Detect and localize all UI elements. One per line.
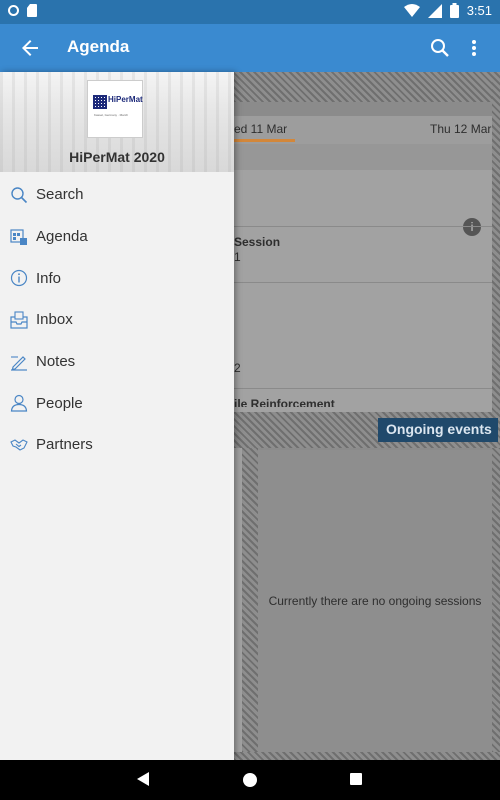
inbox-icon [10,311,28,329]
drawer-item-agenda[interactable]: Agenda [0,216,234,258]
wifi-icon [403,3,420,17]
navigation-drawer: HiPerMat Kassel, Germany · March HiPerMa… [0,72,234,760]
event-title: HiPerMat 2020 [69,149,165,165]
status-bar: 3:51 [0,0,500,24]
session-room: 2 [234,361,241,375]
logo-text: HiPerMat [108,95,143,104]
no-ongoing-message: Currently there are no ongoing sessions [268,594,482,608]
more-vert-icon[interactable] [464,36,484,60]
notes-icon [11,355,27,371]
app-bar: Agenda [0,24,500,72]
battery-icon [449,3,459,18]
logo-subtext: Kassel, Germany · March [94,113,129,117]
active-tab-indicator [234,139,295,142]
drawer-item-notes[interactable]: Notes [0,341,234,383]
search-icon [11,187,28,203]
status-time: 3:51 [466,3,492,18]
drawer-item-label: Search [36,186,84,204]
drawer-item-search[interactable]: Search [0,174,234,216]
partners-icon [10,439,28,451]
logo-grid-icon [93,95,107,109]
day-tab-wed[interactable]: ed 11 Mar [234,122,287,136]
drawer-item-label: Partners [36,436,93,454]
agenda-icon [10,228,27,245]
drawer-item-people[interactable]: People [0,382,234,424]
drawer-item-label: Notes [36,353,76,371]
left-panel-edge [234,448,242,752]
drawer-item-info[interactable]: Info [0,257,234,299]
drawer-item-partners[interactable]: Partners [0,424,234,466]
people-icon [10,395,28,412]
drawer-item-inbox[interactable]: Inbox [0,299,234,341]
signal-icon [427,3,442,18]
drawer-item-label: Inbox [36,311,73,329]
hatch-column [492,448,500,760]
page-title: Agenda [67,37,130,56]
session-title[interactable]: Session [234,235,280,249]
day-tab-thu[interactable]: Thu 12 Mar [430,122,491,136]
search-icon[interactable] [428,36,452,60]
session-title[interactable]: ile Reinforcement [234,397,335,407]
drawer-item-label: People [36,394,83,412]
hatch-column [242,448,258,760]
drawer-item-label: Agenda [36,228,88,246]
hatch-border-right [492,72,500,417]
divider [234,282,492,283]
divider [234,226,492,227]
system-nav-bar [0,760,500,800]
drawer-item-label: Info [36,269,62,287]
nav-recents-icon[interactable] [350,773,362,785]
event-logo: HiPerMat Kassel, Germany · March [87,80,143,138]
info-icon[interactable]: i [463,218,481,236]
drawer-menu: Search Agenda Info Inbox Notes People Pa… [0,174,234,466]
divider [234,388,492,389]
arrow-back-icon[interactable] [18,36,42,60]
sd-card-icon [27,4,37,17]
nav-back-icon[interactable] [137,772,149,786]
nav-home-icon[interactable] [243,773,257,787]
drawer-header: HiPerMat Kassel, Germany · March HiPerMa… [0,72,234,172]
session-room: 1 [234,250,241,264]
info-icon [10,270,28,287]
session-header [234,144,492,170]
ongoing-events-label: Ongoing events [378,418,498,442]
circle-icon [8,5,19,16]
